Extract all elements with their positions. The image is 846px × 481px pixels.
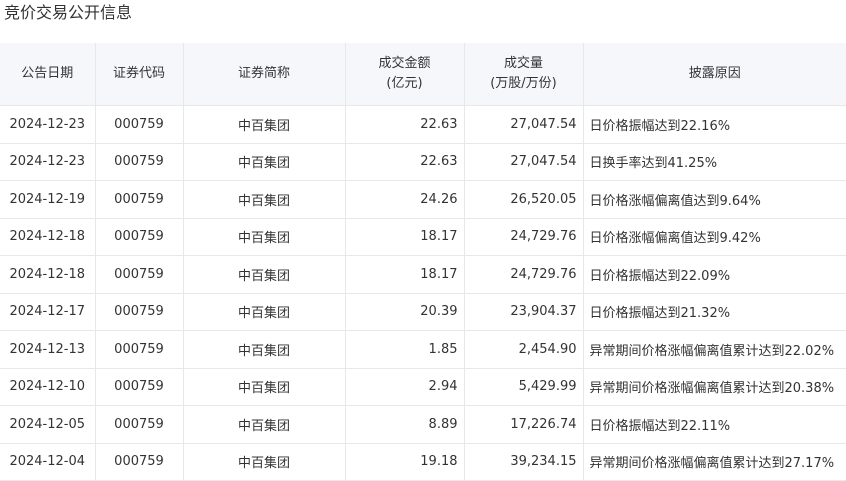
cell-reason: 日价格涨幅偏离值达到9.42% bbox=[582, 217, 846, 256]
cell-volume: 2,454.90 bbox=[463, 330, 584, 369]
header-reason-label: 披露原因 bbox=[688, 66, 741, 81]
cell-reason: 日价格振幅达到22.09% bbox=[582, 255, 846, 294]
table-header: 公告日期 证券代码 证券简称 成交金额 (亿元) 成交量 (万股/万份) 披露原… bbox=[0, 43, 846, 106]
cell-name: 中百集团 bbox=[182, 255, 346, 294]
table-row: 2024-12-05 000759 中百集团 8.89 17,226.74 日价格振幅达到… bbox=[0, 405, 846, 444]
cell-amount: 24.26 bbox=[344, 180, 465, 219]
table-row: 2024-12-23 000759 中百集团 22.63 27,047.54 日换手率达到… bbox=[0, 142, 846, 181]
cell-code: 000759 bbox=[94, 405, 184, 444]
cell-name: 中百集团 bbox=[182, 105, 346, 144]
disclosure-table-container: 公告日期 证券代码 证券简称 成交金额 (亿元) 成交量 (万股/万份) 披露原… bbox=[0, 43, 846, 481]
cell-date: 2024-12-19 bbox=[0, 180, 96, 219]
disclosure-table: 公告日期 证券代码 证券简称 成交金额 (亿元) 成交量 (万股/万份) 披露原… bbox=[0, 43, 846, 481]
cell-name: 中百集团 bbox=[182, 292, 346, 331]
cell-code: 000759 bbox=[94, 217, 184, 256]
page-title: 竞价交易公开信息 bbox=[4, 3, 133, 22]
cell-reason: 日价格振幅达到21.32% bbox=[582, 292, 846, 331]
header-date: 公告日期 bbox=[0, 43, 96, 106]
cell-volume: 23,904.37 bbox=[463, 292, 584, 331]
cell-amount: 1.85 bbox=[344, 330, 465, 369]
header-amount-unit: (亿元) bbox=[386, 76, 423, 91]
header-volume-unit: (万股/万份) bbox=[490, 76, 557, 91]
cell-volume: 39,234.15 bbox=[463, 442, 584, 481]
cell-date: 2024-12-05 bbox=[0, 405, 96, 444]
table-row: 2024-12-19 000759 中百集团 24.26 26,520.05 日价格涨幅偏… bbox=[0, 180, 846, 219]
cell-amount: 18.17 bbox=[344, 217, 465, 256]
cell-volume: 24,729.76 bbox=[463, 217, 584, 256]
table-row: 2024-12-13 000759 中百集团 1.85 2,454.90 异常期间价格涨幅… bbox=[0, 330, 846, 369]
cell-date: 2024-12-23 bbox=[0, 105, 96, 144]
cell-reason: 日价格振幅达到22.16% bbox=[582, 105, 846, 144]
cell-reason: 异常期间价格涨幅偏离值累计达到20.38% bbox=[582, 367, 846, 406]
cell-volume: 5,429.99 bbox=[463, 367, 584, 406]
table-body: 2024-12-23 000759 中百集团 22.63 27,047.54 日价格振幅达… bbox=[0, 105, 846, 481]
table-row: 2024-12-18 000759 中百集团 18.17 24,729.76 日价格振幅达… bbox=[0, 255, 846, 294]
header-volume-label: 成交量 bbox=[503, 56, 543, 71]
header-reason: 披露原因 bbox=[582, 43, 846, 106]
cell-date: 2024-12-17 bbox=[0, 292, 96, 331]
header-name-label: 证券简称 bbox=[237, 66, 290, 81]
table-row: 2024-12-10 000759 中百集团 2.94 5,429.99 异常期间价格涨幅… bbox=[0, 367, 846, 406]
cell-amount: 2.94 bbox=[344, 367, 465, 406]
header-code-label: 证券代码 bbox=[112, 66, 165, 81]
header-code: 证券代码 bbox=[94, 43, 184, 106]
cell-reason: 日价格涨幅偏离值达到9.64% bbox=[582, 180, 846, 219]
cell-name: 中百集团 bbox=[182, 405, 346, 444]
cell-reason: 日换手率达到41.25% bbox=[582, 142, 846, 181]
cell-code: 000759 bbox=[94, 105, 184, 144]
cell-code: 000759 bbox=[94, 180, 184, 219]
table-row: 2024-12-23 000759 中百集团 22.63 27,047.54 日价格振幅达… bbox=[0, 105, 846, 144]
cell-reason: 异常期间价格涨幅偏离值累计达到27.17% bbox=[582, 442, 846, 481]
cell-amount: 18.17 bbox=[344, 255, 465, 294]
cell-date: 2024-12-18 bbox=[0, 255, 96, 294]
cell-amount: 22.63 bbox=[344, 105, 465, 144]
cell-code: 000759 bbox=[94, 330, 184, 369]
table-row: 2024-12-18 000759 中百集团 18.17 24,729.76 日价格涨幅偏… bbox=[0, 217, 846, 256]
cell-volume: 26,520.05 bbox=[463, 180, 584, 219]
cell-amount: 19.18 bbox=[344, 442, 465, 481]
cell-volume: 27,047.54 bbox=[463, 105, 584, 144]
cell-reason: 日价格振幅达到22.11% bbox=[582, 405, 846, 444]
cell-code: 000759 bbox=[94, 142, 184, 181]
cell-volume: 27,047.54 bbox=[463, 142, 584, 181]
cell-date: 2024-12-04 bbox=[0, 442, 96, 481]
cell-code: 000759 bbox=[94, 367, 184, 406]
table-row: 2024-12-04 000759 中百集团 19.18 39,234.15 异常期间价格… bbox=[0, 442, 846, 481]
header-amount: 成交金额 (亿元) bbox=[344, 43, 465, 106]
cell-volume: 17,226.74 bbox=[463, 405, 584, 444]
header-amount-label: 成交金额 bbox=[378, 56, 431, 71]
cell-amount: 20.39 bbox=[344, 292, 465, 331]
table-header-row: 公告日期 证券代码 证券简称 成交金额 (亿元) 成交量 (万股/万份) 披露原… bbox=[0, 43, 846, 106]
cell-name: 中百集团 bbox=[182, 367, 346, 406]
cell-date: 2024-12-10 bbox=[0, 367, 96, 406]
cell-name: 中百集团 bbox=[182, 142, 346, 181]
cell-amount: 8.89 bbox=[344, 405, 465, 444]
cell-code: 000759 bbox=[94, 292, 184, 331]
cell-name: 中百集团 bbox=[182, 330, 346, 369]
cell-name: 中百集团 bbox=[182, 442, 346, 481]
header-date-label: 公告日期 bbox=[21, 66, 74, 81]
cell-name: 中百集团 bbox=[182, 180, 346, 219]
cell-name: 中百集团 bbox=[182, 217, 346, 256]
table-row: 2024-12-17 000759 中百集团 20.39 23,904.37 日价格振幅达… bbox=[0, 292, 846, 331]
cell-code: 000759 bbox=[94, 442, 184, 481]
header-volume: 成交量 (万股/万份) bbox=[463, 43, 584, 106]
cell-volume: 24,729.76 bbox=[463, 255, 584, 294]
cell-code: 000759 bbox=[94, 255, 184, 294]
cell-date: 2024-12-18 bbox=[0, 217, 96, 256]
header-name: 证券简称 bbox=[182, 43, 346, 106]
cell-date: 2024-12-23 bbox=[0, 142, 96, 181]
cell-reason: 异常期间价格涨幅偏离值累计达到22.02% bbox=[582, 330, 846, 369]
cell-date: 2024-12-13 bbox=[0, 330, 96, 369]
cell-amount: 22.63 bbox=[344, 142, 465, 181]
